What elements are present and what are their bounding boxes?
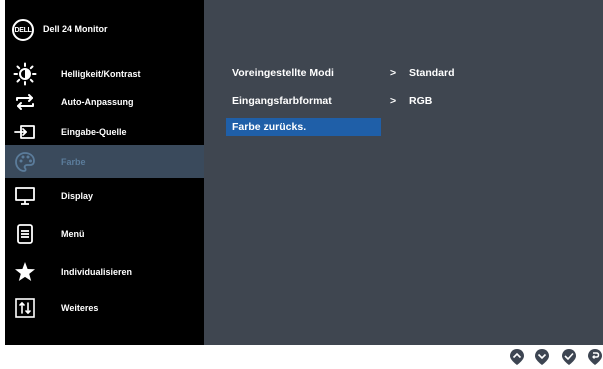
input-color-format-option[interactable]: Eingangsfarbformat: [226, 92, 381, 110]
sidebar-item-label: Auto-Anpassung: [61, 96, 134, 107]
sidebar-item-label: Individualisieren: [61, 266, 133, 277]
sidebar-item-label: Menü: [61, 228, 85, 239]
sidebar-item-personalize[interactable]: Individualisieren: [5, 255, 204, 288]
osd-content-panel: Voreingestellte Modi > Standard Eingangs…: [204, 0, 603, 345]
sidebar-item-menu[interactable]: Menü: [5, 217, 204, 250]
sidebar-item-label: Helligkeit/Kontrast: [61, 68, 141, 79]
sidebar-item-display[interactable]: Display: [5, 179, 204, 212]
option-label: Eingangsfarbformat: [232, 95, 332, 107]
auto-adjust-icon: [16, 93, 34, 110]
option-label: Farbe zurücks.: [232, 121, 307, 133]
brightness-icon: [13, 62, 37, 85]
up-button-icon[interactable]: [508, 348, 526, 366]
star-icon: [15, 261, 35, 281]
reset-color-option[interactable]: Farbe zurücks.: [226, 118, 381, 136]
preset-modes-option[interactable]: Voreingestellte Modi: [226, 64, 381, 82]
monitor-model: Dell 24 Monitor: [43, 24, 108, 34]
sidebar-item-label: Farbe: [61, 156, 86, 167]
preset-modes-value: Standard: [409, 67, 455, 79]
monitor-osd: DELL Dell 24 Monitor Helligkeit/Kontrast: [5, 0, 603, 345]
down-button-icon[interactable]: [533, 348, 551, 366]
back-button-icon[interactable]: [586, 348, 603, 366]
osd-button-bar: [508, 348, 603, 366]
submenu-arrow: >: [390, 95, 397, 107]
others-icon: [15, 297, 35, 318]
option-label: Voreingestellte Modi: [232, 67, 334, 79]
dell-logo: DELL: [12, 19, 34, 41]
sidebar-item-others[interactable]: Weiteres: [5, 291, 204, 324]
sidebar-item-auto-adjust[interactable]: Auto-Anpassung: [5, 85, 204, 118]
input-source-icon: [14, 124, 35, 139]
sidebar-item-label: Eingabe-Quelle: [61, 126, 127, 137]
input-color-format-value: RGB: [409, 95, 433, 107]
menu-icon: [17, 223, 33, 244]
sidebar-item-color[interactable]: Farbe: [5, 145, 204, 178]
osd-sidebar: DELL Dell 24 Monitor Helligkeit/Kontrast: [5, 0, 204, 345]
submenu-arrow: >: [390, 67, 397, 79]
display-icon: [15, 186, 35, 205]
sidebar-item-input-source[interactable]: Eingabe-Quelle: [5, 115, 204, 148]
sidebar-item-label: Weiteres: [61, 302, 99, 313]
sidebar-item-label: Display: [61, 190, 94, 201]
confirm-button-icon[interactable]: [560, 348, 578, 366]
osd-header: DELL Dell 24 Monitor: [5, 0, 204, 60]
color-palette-icon: [15, 151, 35, 172]
